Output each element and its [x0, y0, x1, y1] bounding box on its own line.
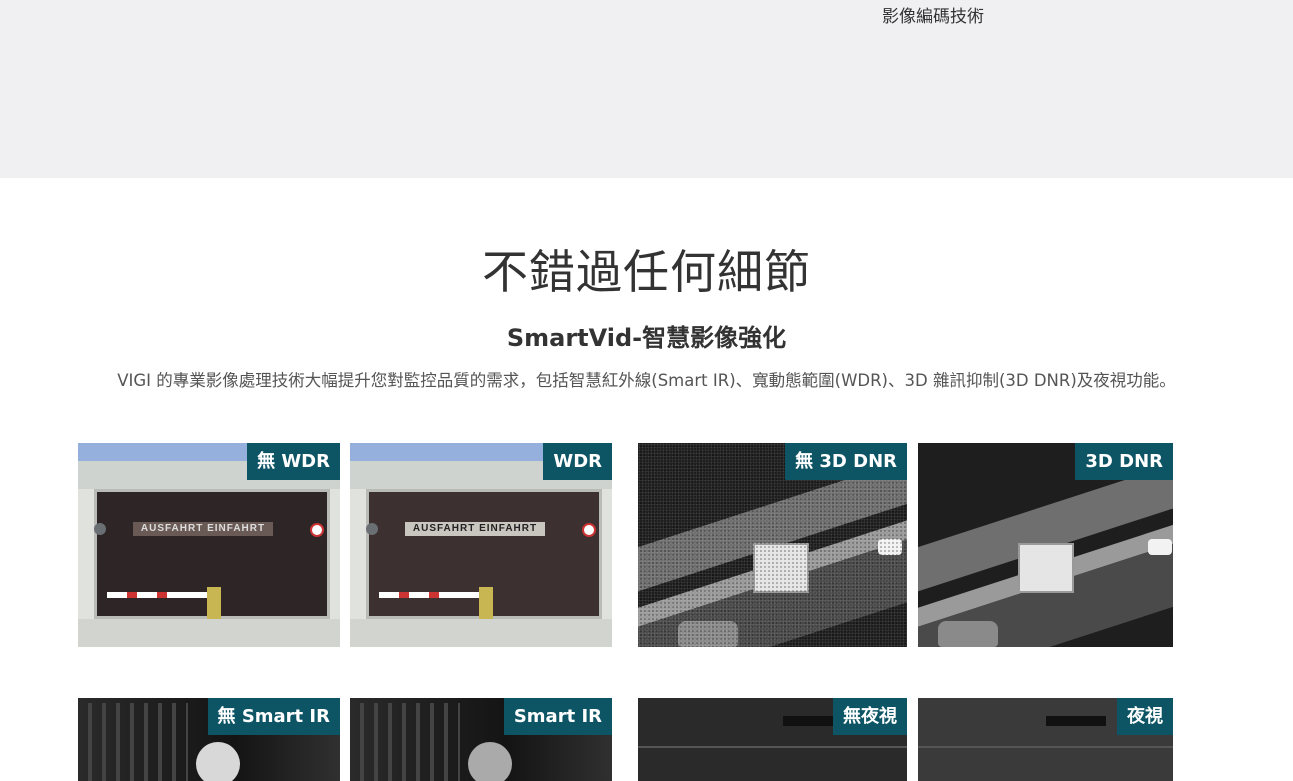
truck	[1018, 543, 1074, 593]
person-face	[196, 742, 240, 781]
no-wdr-image: AUSFAHRT EINFAHRT 無 WDR	[78, 443, 340, 647]
garage-opening: AUSFAHRT EINFAHRT	[366, 489, 602, 627]
top-band: 影像編碼技術	[0, 0, 1293, 178]
barrier-arm	[379, 592, 479, 598]
section-subtitle: SmartVid-智慧影像強化	[506, 324, 787, 352]
garage-sign: AUSFAHRT EINFAHRT	[133, 522, 273, 536]
speed-sign-icon	[310, 523, 324, 537]
garage-opening: AUSFAHRT EINFAHRT	[94, 489, 330, 627]
street-line	[918, 746, 1173, 748]
no-night-vision-image: 無夜視	[638, 698, 907, 781]
person-face	[468, 742, 512, 781]
gate-bars	[88, 703, 188, 781]
car	[938, 621, 998, 647]
badge-no-wdr: 無 WDR	[247, 443, 340, 480]
section-description: VIGI 的專業影像處理技術大幅提升您對監控品質的需求，包括智慧紅外線(Smar…	[117, 371, 1176, 390]
wdr-image: AUSFAHRT EINFAHRT WDR	[350, 443, 612, 647]
barrier-arm	[107, 592, 207, 598]
badge-no-3d-dnr: 無 3D DNR	[785, 443, 907, 480]
no-smart-ir-image: 無 Smart IR	[78, 698, 340, 781]
street-sign	[1046, 716, 1106, 726]
badge-wdr: WDR	[543, 443, 612, 480]
mirror-icon	[94, 523, 106, 535]
speed-sign-icon	[582, 523, 596, 537]
badge-no-night-vision: 無夜視	[833, 698, 907, 735]
street-line	[638, 746, 907, 748]
gate-bars	[360, 703, 460, 781]
badge-3d-dnr: 3D DNR	[1075, 443, 1173, 480]
no-3d-dnr-image: 無 3D DNR	[638, 443, 907, 647]
night-vision-image: 夜視	[918, 698, 1173, 781]
garage-floor	[350, 619, 612, 647]
3d-dnr-image: 3D DNR	[918, 443, 1173, 647]
car	[1148, 539, 1172, 555]
badge-smart-ir: Smart IR	[503, 698, 612, 735]
mirror-icon	[366, 523, 378, 535]
badge-night-vision: 夜視	[1117, 698, 1173, 735]
smart-ir-image: Smart IR	[350, 698, 612, 781]
garage-floor	[78, 619, 340, 647]
badge-no-smart-ir: 無 Smart IR	[207, 698, 340, 735]
garage-sign: AUSFAHRT EINFAHRT	[405, 522, 545, 536]
video-encoding-caption: 影像編碼技術	[882, 7, 984, 27]
section-title: 不錯過任何細節	[482, 245, 811, 299]
